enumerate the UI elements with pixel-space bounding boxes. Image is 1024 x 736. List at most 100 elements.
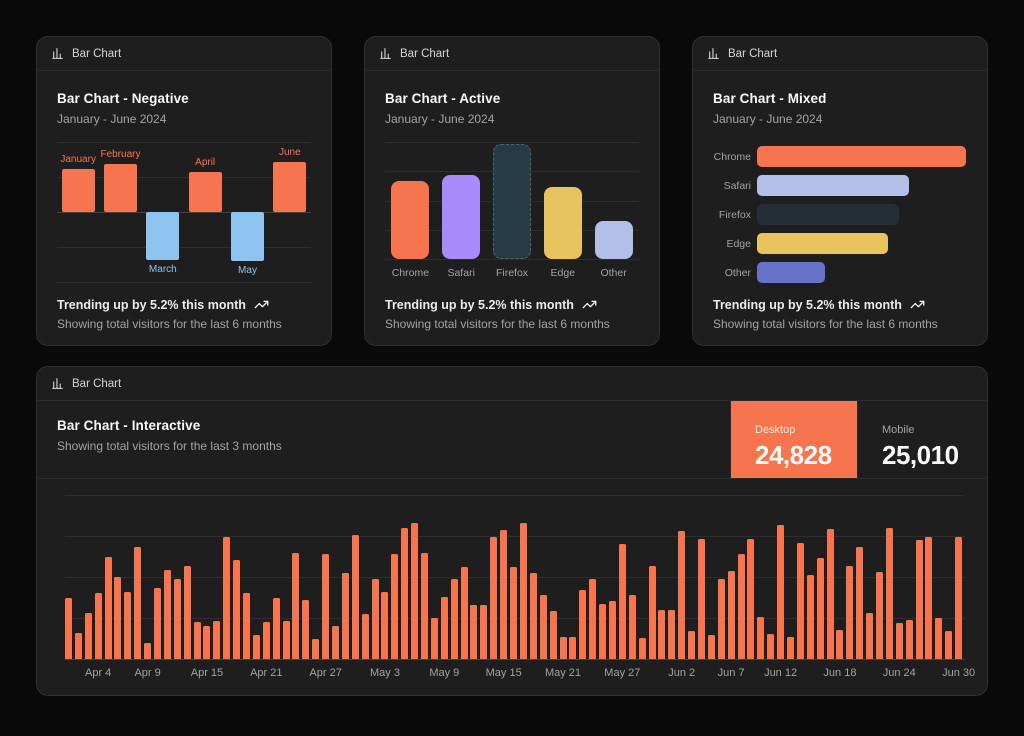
daily-bar[interactable] bbox=[105, 557, 112, 659]
daily-bar[interactable] bbox=[75, 633, 82, 660]
mixed-bar-chart[interactable]: ChromeSafariFirefoxEdgeOther bbox=[713, 146, 967, 283]
daily-bar[interactable] bbox=[550, 611, 557, 659]
daily-bar[interactable] bbox=[164, 570, 171, 659]
daily-bar[interactable] bbox=[332, 626, 339, 659]
bar-march[interactable] bbox=[146, 212, 179, 260]
bar-edge[interactable] bbox=[544, 187, 582, 259]
daily-bar[interactable] bbox=[381, 592, 388, 660]
daily-bar[interactable] bbox=[767, 634, 774, 659]
bar-chrome[interactable] bbox=[757, 146, 966, 167]
daily-bar[interactable] bbox=[569, 637, 576, 659]
daily-bar[interactable] bbox=[658, 610, 665, 659]
daily-bar[interactable] bbox=[233, 560, 240, 659]
daily-bar[interactable] bbox=[777, 525, 784, 659]
daily-bar[interactable] bbox=[490, 537, 497, 659]
daily-bar[interactable] bbox=[827, 529, 834, 659]
daily-bar[interactable] bbox=[935, 618, 942, 659]
daily-bar[interactable] bbox=[698, 539, 705, 659]
daily-bar[interactable] bbox=[431, 618, 438, 659]
interactive-bar-chart[interactable] bbox=[65, 495, 965, 659]
bar-february[interactable] bbox=[104, 164, 137, 212]
daily-bar[interactable] bbox=[273, 598, 280, 659]
active-bar-chart[interactable]: ChromeSafariFirefoxEdgeOther bbox=[385, 142, 639, 281]
daily-bar[interactable] bbox=[470, 605, 477, 659]
daily-bar[interactable] bbox=[114, 577, 121, 659]
toggle-mobile[interactable]: Mobile 25,010 bbox=[857, 401, 987, 478]
daily-bar[interactable] bbox=[757, 617, 764, 659]
daily-bar[interactable] bbox=[599, 604, 606, 659]
daily-bar[interactable] bbox=[649, 566, 656, 659]
daily-bar[interactable] bbox=[213, 621, 220, 659]
daily-bar[interactable] bbox=[441, 597, 448, 659]
daily-bar[interactable] bbox=[451, 579, 458, 659]
daily-bar[interactable] bbox=[708, 635, 715, 659]
daily-bar[interactable] bbox=[154, 588, 161, 659]
toggle-desktop[interactable]: Desktop 24,828 bbox=[730, 401, 857, 478]
daily-bar[interactable] bbox=[906, 620, 913, 659]
daily-bar[interactable] bbox=[223, 537, 230, 659]
daily-bar[interactable] bbox=[836, 630, 843, 659]
daily-bar[interactable] bbox=[203, 626, 210, 659]
daily-bar[interactable] bbox=[263, 622, 270, 659]
daily-bar[interactable] bbox=[530, 573, 537, 659]
daily-bar[interactable] bbox=[391, 554, 398, 659]
daily-bar[interactable] bbox=[65, 598, 72, 659]
daily-bar[interactable] bbox=[925, 537, 932, 659]
daily-bar[interactable] bbox=[500, 530, 507, 659]
daily-bar[interactable] bbox=[144, 643, 151, 659]
daily-bar[interactable] bbox=[955, 537, 962, 659]
daily-bar[interactable] bbox=[362, 614, 369, 659]
daily-bar[interactable] bbox=[292, 553, 299, 659]
bar-april[interactable] bbox=[189, 172, 222, 212]
daily-bar[interactable] bbox=[480, 605, 487, 659]
daily-bar[interactable] bbox=[639, 638, 646, 659]
daily-bar[interactable] bbox=[856, 547, 863, 659]
daily-bar[interactable] bbox=[886, 528, 893, 659]
bar-january[interactable] bbox=[62, 169, 95, 212]
daily-bar[interactable] bbox=[747, 539, 754, 659]
daily-bar[interactable] bbox=[194, 622, 201, 659]
daily-bar[interactable] bbox=[302, 600, 309, 659]
daily-bar[interactable] bbox=[372, 579, 379, 659]
daily-bar[interactable] bbox=[85, 613, 92, 659]
bar-firefox[interactable] bbox=[757, 204, 899, 225]
bar-chrome[interactable] bbox=[391, 181, 429, 259]
daily-bar[interactable] bbox=[421, 553, 428, 659]
daily-bar[interactable] bbox=[352, 535, 359, 659]
daily-bar[interactable] bbox=[579, 590, 586, 659]
daily-bar[interactable] bbox=[95, 593, 102, 659]
bar-other[interactable] bbox=[757, 262, 825, 283]
daily-bar[interactable] bbox=[243, 593, 250, 659]
daily-bar[interactable] bbox=[322, 554, 329, 659]
daily-bar[interactable] bbox=[510, 567, 517, 659]
daily-bar[interactable] bbox=[312, 639, 319, 660]
daily-bar[interactable] bbox=[728, 571, 735, 659]
daily-bar[interactable] bbox=[174, 579, 181, 659]
daily-bar[interactable] bbox=[945, 631, 952, 659]
negative-bar-chart[interactable]: JanuaryFebruaryMarchAprilMayJune bbox=[57, 142, 311, 282]
daily-bar[interactable] bbox=[846, 566, 853, 659]
bar-safari[interactable] bbox=[442, 175, 480, 259]
bar-edge[interactable] bbox=[757, 233, 888, 254]
daily-bar[interactable] bbox=[787, 637, 794, 659]
daily-bar[interactable] bbox=[817, 558, 824, 659]
bar-june[interactable] bbox=[273, 162, 306, 212]
daily-bar[interactable] bbox=[253, 635, 260, 659]
daily-bar[interactable] bbox=[797, 543, 804, 659]
daily-bar[interactable] bbox=[876, 572, 883, 659]
bar-firefox[interactable] bbox=[493, 144, 531, 259]
daily-bar[interactable] bbox=[738, 554, 745, 659]
daily-bar[interactable] bbox=[560, 637, 567, 659]
daily-bar[interactable] bbox=[916, 540, 923, 659]
daily-bar[interactable] bbox=[342, 573, 349, 659]
daily-bar[interactable] bbox=[807, 575, 814, 659]
daily-bar[interactable] bbox=[678, 531, 685, 659]
daily-bar[interactable] bbox=[283, 621, 290, 659]
daily-bar[interactable] bbox=[134, 547, 141, 659]
daily-bar[interactable] bbox=[540, 595, 547, 659]
daily-bar[interactable] bbox=[688, 631, 695, 659]
daily-bar[interactable] bbox=[589, 579, 596, 659]
daily-bar[interactable] bbox=[520, 523, 527, 659]
daily-bar[interactable] bbox=[609, 601, 616, 659]
daily-bar[interactable] bbox=[866, 613, 873, 659]
